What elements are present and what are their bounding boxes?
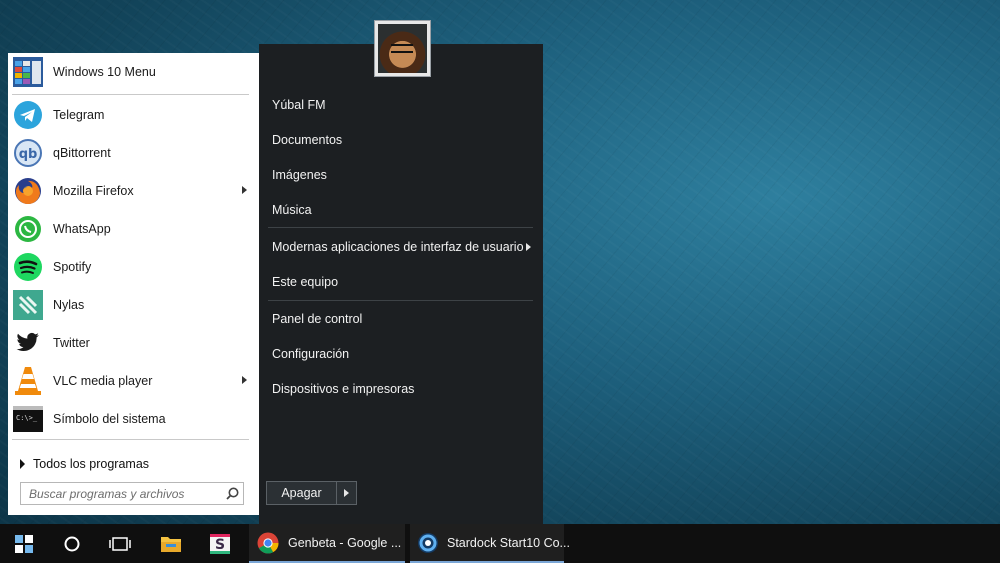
divider — [12, 94, 249, 95]
place-label: Documentos — [272, 133, 343, 147]
spotify-icon — [12, 251, 44, 283]
start10-icon — [417, 531, 439, 555]
search-box — [20, 482, 244, 505]
app-item-qbittorrent[interactable]: qb qBittorrent — [8, 134, 259, 172]
place-label: Configuración — [272, 347, 350, 361]
place-item-musica[interactable]: Música — [259, 195, 543, 225]
app-item-whatsapp[interactable]: WhatsApp — [8, 210, 259, 248]
submenu-arrow-icon — [242, 186, 247, 194]
svg-text:C:\>_: C:\>_ — [16, 414, 38, 422]
taskbar-app-start10[interactable]: Stardock Start10 Co... — [410, 524, 570, 563]
whatsapp-icon — [12, 213, 44, 245]
app-item-twitter[interactable]: Twitter — [8, 324, 259, 362]
file-explorer-icon — [161, 536, 181, 552]
place-label: Dispositivos e impresoras — [272, 382, 415, 396]
vlc-icon — [12, 365, 44, 397]
place-label: Imágenes — [272, 168, 327, 182]
place-label: Panel de control — [272, 312, 363, 326]
app-item-mozilla-firefox[interactable]: Mozilla Firefox — [8, 172, 259, 210]
command-prompt-icon: C:\>_ — [12, 403, 44, 435]
submenu-arrow-icon — [242, 376, 247, 384]
divider — [268, 300, 533, 301]
windows-logo-icon — [15, 534, 33, 553]
chrome-icon — [256, 531, 280, 555]
task-view-icon — [109, 536, 131, 551]
app-item-windows-10-menu[interactable]: Windows 10 Menu — [8, 53, 259, 91]
file-explorer-button[interactable] — [147, 524, 195, 563]
all-programs-button[interactable]: Todos los programas — [8, 451, 259, 477]
place-label: Este equipo — [272, 275, 339, 289]
svg-text:S: S — [215, 537, 225, 553]
windows-10-menu-icon — [12, 56, 44, 88]
app-item-nylas[interactable]: Nylas — [8, 286, 259, 324]
divider — [268, 227, 533, 228]
firefox-icon — [12, 175, 44, 207]
twitter-icon — [12, 327, 44, 359]
start-menu: Windows 10 Menu Telegram qb qBittorrent … — [8, 20, 543, 524]
search-icon[interactable] — [221, 483, 243, 504]
place-item-documentos[interactable]: Documentos — [259, 125, 543, 155]
all-programs-label: Todos los programas — [33, 457, 150, 471]
divider — [12, 439, 249, 440]
place-item-user-folder[interactable]: Yúbal FM — [259, 90, 543, 120]
place-item-configuracion[interactable]: Configuración — [259, 339, 543, 369]
shutdown-button[interactable]: Apagar — [266, 481, 336, 505]
user-avatar[interactable] — [374, 20, 431, 77]
nylas-icon — [12, 289, 44, 321]
place-item-modern-apps[interactable]: Modernas aplicaciones de interfaz de usu… — [259, 232, 543, 262]
app-label: WhatsApp — [53, 222, 111, 236]
app-label: VLC media player — [53, 374, 153, 388]
app-label: Spotify — [53, 260, 92, 274]
telegram-icon — [12, 99, 44, 131]
app-item-spotify[interactable]: Spotify — [8, 248, 259, 286]
taskbar: S Genbeta - Google ... Stardock Start10 … — [0, 524, 1000, 563]
qbittorrent-icon: qb — [12, 137, 44, 169]
app-label: Mozilla Firefox — [53, 184, 134, 198]
app-label: Twitter — [53, 336, 90, 350]
chevron-right-icon — [344, 489, 349, 497]
app-label: qBittorrent — [53, 146, 111, 160]
start-menu-programs-pane: Windows 10 Menu Telegram qb qBittorrent … — [8, 53, 259, 515]
taskbar-app-label: Stardock Start10 Co... — [447, 535, 570, 550]
place-label: Yúbal FM — [272, 98, 326, 112]
search-input[interactable] — [21, 483, 221, 504]
avatar-image — [378, 24, 427, 73]
task-view-button[interactable] — [96, 524, 144, 563]
shutdown-control: Apagar — [266, 481, 357, 505]
app-label: Telegram — [53, 108, 105, 122]
cortana-circle-icon — [64, 536, 80, 551]
app-item-command-prompt[interactable]: C:\>_ Símbolo del sistema — [8, 400, 259, 438]
place-item-este-equipo[interactable]: Este equipo — [259, 267, 543, 297]
taskbar-app-label: Genbeta - Google ... — [288, 535, 402, 550]
place-item-imagenes[interactable]: Imágenes — [259, 160, 543, 190]
app-item-telegram[interactable]: Telegram — [8, 96, 259, 134]
place-label: Modernas aplicaciones de interfaz de usu… — [272, 240, 524, 254]
submenu-arrow-icon — [526, 243, 531, 251]
place-label: Música — [272, 203, 312, 217]
app-item-vlc-media-player[interactable]: VLC media player — [8, 362, 259, 400]
app-label: Windows 10 Menu — [53, 65, 156, 79]
slack-button[interactable]: S — [196, 524, 244, 563]
shutdown-options-button[interactable] — [336, 481, 357, 505]
app-label: Nylas — [53, 298, 85, 312]
place-item-panel-de-control[interactable]: Panel de control — [259, 304, 543, 334]
slack-icon: S — [210, 533, 230, 554]
expand-arrow-icon — [20, 459, 25, 469]
start-menu-places-pane: Yúbal FM Documentos Imágenes Música Mode… — [259, 44, 543, 524]
place-item-dispositivos[interactable]: Dispositivos e impresoras — [259, 374, 543, 404]
svg-text:qb: qb — [19, 147, 38, 162]
start-button[interactable] — [0, 524, 48, 563]
app-label: Símbolo del sistema — [53, 412, 166, 426]
taskbar-app-chrome[interactable]: Genbeta - Google ... — [249, 524, 405, 563]
search-cortana-button[interactable] — [48, 524, 96, 563]
